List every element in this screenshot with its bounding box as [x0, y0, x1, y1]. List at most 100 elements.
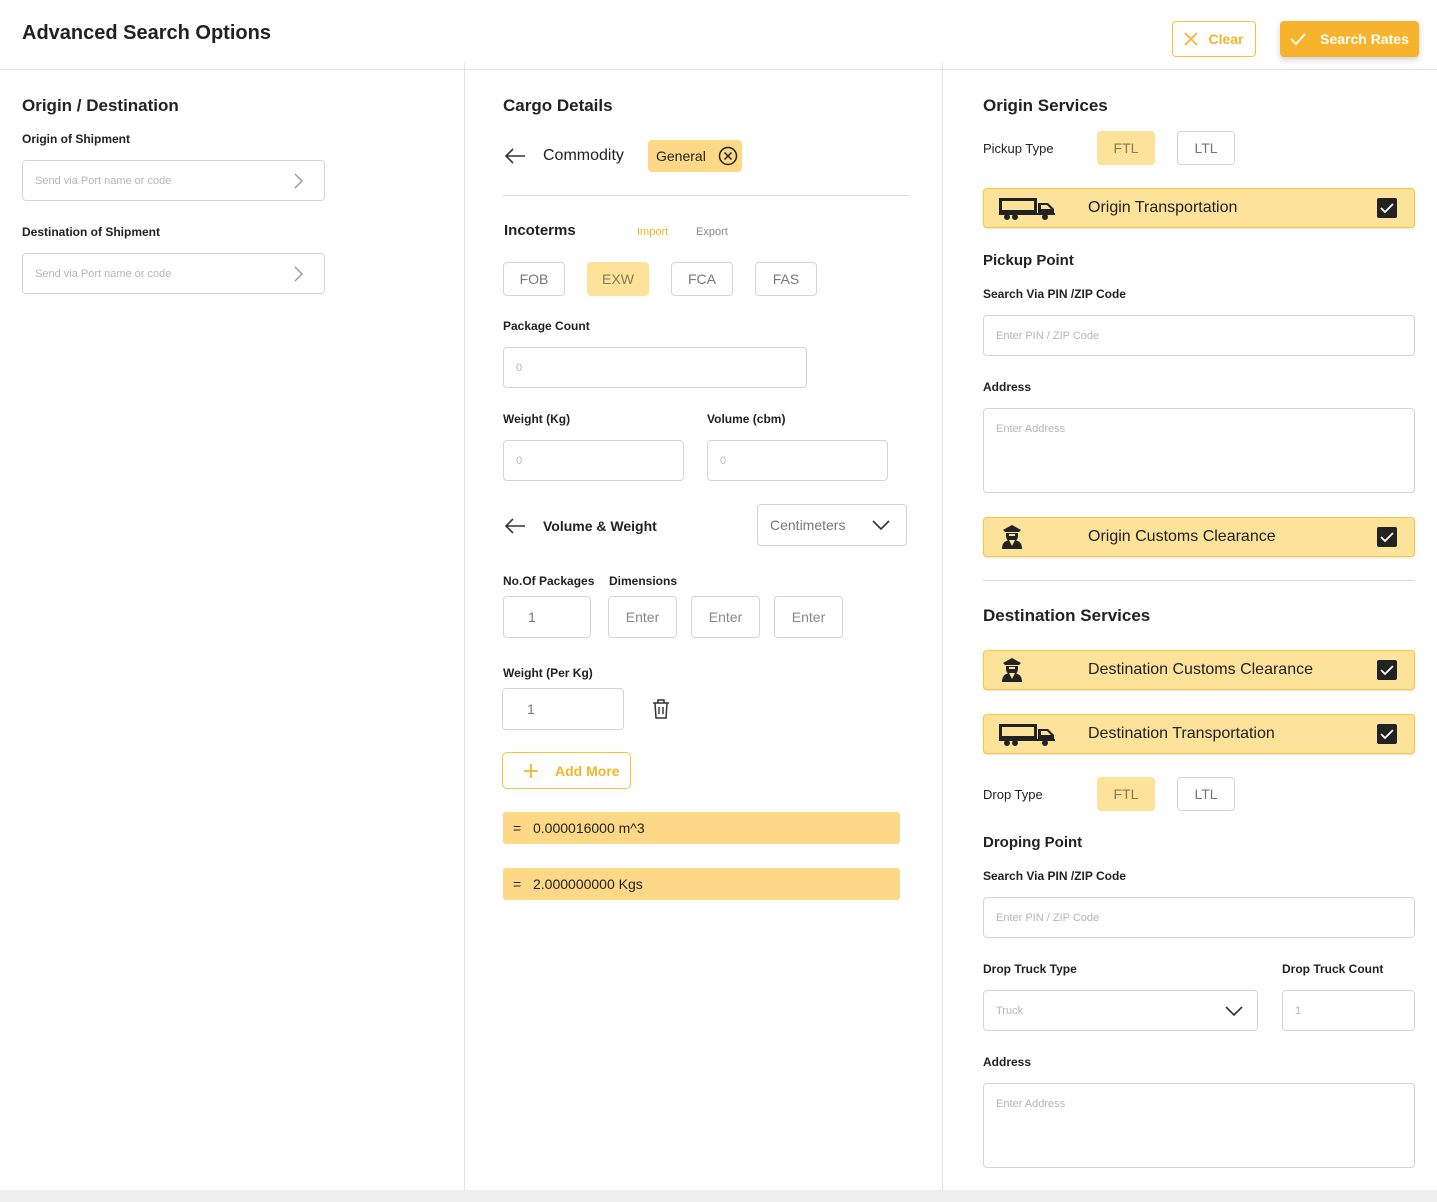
header-bar: Advanced Search Options Clear Search Rat…	[0, 0, 1437, 70]
weight-input[interactable]: 0	[503, 440, 684, 481]
chevron-down-icon	[1225, 1006, 1243, 1017]
origin-destination-title: Origin / Destination	[22, 96, 179, 115]
pickup-pin-placeholder: Enter PIN / ZIP Code	[996, 329, 1100, 342]
check-icon	[1380, 664, 1394, 675]
incoterm-fas[interactable]: FAS	[755, 262, 817, 296]
weight-label: Weight (Kg)	[503, 412, 571, 426]
search-rates-label: Search Rates	[1320, 31, 1409, 47]
weight-per-input[interactable]: 1	[502, 688, 624, 730]
destination-transportation-checkbox[interactable]	[1377, 724, 1397, 744]
add-more-label: Add More	[555, 762, 620, 779]
droping-point-title: Droping Point	[983, 834, 1083, 851]
origin-transportation-checkbox[interactable]	[1377, 198, 1397, 218]
packages-input[interactable]: 1	[503, 596, 591, 638]
column-divider	[464, 63, 465, 1191]
drop-truck-count-input[interactable]: 1	[1282, 990, 1415, 1031]
origin-input[interactable]: Send via Port name or code	[22, 160, 325, 201]
dimension-length-input[interactable]: Enter	[608, 596, 677, 638]
origin-customs-label: Origin Customs Clearance	[1088, 528, 1276, 545]
drop-pin-input[interactable]: Enter PIN / ZIP Code	[983, 897, 1415, 938]
drop-pin-placeholder: Enter PIN / ZIP Code	[996, 911, 1100, 924]
incoterm-fca[interactable]: FCA	[671, 262, 733, 296]
equals-sign: =	[513, 820, 522, 836]
truck-icon	[999, 198, 1055, 220]
truck-icon	[999, 724, 1055, 746]
destination-input[interactable]: Send via Port name or code	[22, 253, 325, 294]
customs-officer-icon	[1002, 525, 1022, 549]
commodity-label: Commodity	[543, 147, 624, 164]
volume-result-value: 0.000016000 m^3	[533, 820, 645, 836]
check-icon	[1380, 728, 1394, 739]
destination-customs-row[interactable]: Destination Customs Clearance	[983, 650, 1415, 690]
package-count-input[interactable]: 0	[503, 347, 807, 388]
back-arrow-icon[interactable]	[504, 147, 526, 165]
package-count-placeholder: 0	[516, 361, 523, 374]
pickup-address-placeholder: Enter Address	[996, 423, 1066, 435]
export-tab[interactable]: Export	[696, 226, 728, 238]
chevron-right-icon	[294, 173, 303, 188]
dimension-height-input[interactable]: Enter	[774, 596, 843, 638]
pickup-type-ltl[interactable]: LTL	[1177, 131, 1235, 165]
customs-officer-icon	[1002, 658, 1022, 682]
close-icon	[1184, 32, 1199, 46]
commodity-tag[interactable]: General	[648, 140, 742, 172]
add-more-button[interactable]: Add More	[502, 752, 631, 789]
unit-select[interactable]: Centimeters	[757, 504, 907, 546]
pickup-type-ftl[interactable]: FTL	[1097, 131, 1155, 165]
weight-result: = 2.000000000 Kgs	[503, 868, 900, 900]
origin-customs-checkbox[interactable]	[1377, 527, 1397, 547]
drop-pin-label: Search Via PIN /ZIP Code	[983, 869, 1126, 883]
incoterm-fob[interactable]: FOB	[503, 262, 565, 296]
check-icon	[1290, 33, 1306, 45]
weight-placeholder: 0	[516, 454, 523, 467]
check-icon	[1380, 202, 1394, 213]
pickup-pin-label: Search Via PIN /ZIP Code	[983, 287, 1126, 301]
origin-customs-row[interactable]: Origin Customs Clearance	[983, 517, 1415, 557]
weight-per-label: Weight (Per Kg)	[503, 666, 593, 680]
drop-address-placeholder: Enter Address	[996, 1098, 1066, 1110]
column-divider	[942, 63, 943, 1191]
chevron-right-icon	[294, 266, 303, 281]
drop-truck-count-placeholder: 1	[1295, 1004, 1302, 1017]
import-tab[interactable]: Import	[637, 226, 668, 238]
destination-customs-label: Destination Customs Clearance	[1088, 661, 1313, 678]
drop-truck-count-label: Drop Truck Count	[1282, 962, 1384, 976]
back-arrow-icon[interactable]	[504, 517, 526, 535]
plus-icon	[524, 763, 538, 778]
dimensions-label: Dimensions	[609, 574, 678, 588]
commodity-tag-label: General	[656, 148, 706, 164]
volume-input[interactable]: 0	[707, 440, 888, 481]
drop-truck-type-select[interactable]: Truck	[983, 990, 1258, 1031]
remove-circle-icon[interactable]	[718, 146, 738, 166]
package-count-label: Package Count	[503, 319, 590, 333]
incoterm-exw[interactable]: EXW	[587, 262, 649, 296]
drop-truck-type-placeholder: Truck	[996, 1004, 1024, 1017]
search-rates-button[interactable]: Search Rates	[1280, 21, 1419, 57]
destination-label: Destination of Shipment	[22, 225, 160, 239]
clear-button[interactable]: Clear	[1172, 21, 1256, 57]
drop-address-input[interactable]: Enter Address	[983, 1083, 1415, 1168]
destination-customs-checkbox[interactable]	[1377, 660, 1397, 680]
packages-label: No.Of Packages	[503, 574, 595, 588]
bottom-scroll-area	[0, 1190, 1437, 1202]
drop-type-ltl[interactable]: LTL	[1177, 777, 1235, 811]
volume-label: Volume (cbm)	[707, 412, 786, 426]
destination-services-title: Destination Services	[983, 606, 1151, 625]
equals-sign: =	[513, 876, 522, 892]
destination-placeholder: Send via Port name or code	[35, 267, 172, 280]
pickup-address-label: Address	[983, 380, 1032, 394]
page-title: Advanced Search Options	[22, 22, 271, 44]
pickup-point-title: Pickup Point	[983, 252, 1074, 269]
pickup-address-input[interactable]: Enter Address	[983, 408, 1415, 493]
pickup-type-label: Pickup Type	[983, 141, 1054, 156]
origin-services-title: Origin Services	[983, 96, 1108, 115]
pickup-pin-input[interactable]: Enter PIN / ZIP Code	[983, 315, 1415, 356]
drop-address-label: Address	[983, 1055, 1032, 1069]
dimension-width-input[interactable]: Enter	[691, 596, 760, 638]
destination-transportation-row[interactable]: Destination Transportation	[983, 714, 1415, 754]
trash-icon[interactable]	[651, 698, 671, 720]
origin-transportation-row[interactable]: Origin Transportation	[983, 188, 1415, 228]
drop-type-ftl[interactable]: FTL	[1097, 777, 1155, 811]
origin-placeholder: Send via Port name or code	[35, 174, 172, 187]
cargo-details-title: Cargo Details	[503, 96, 613, 115]
